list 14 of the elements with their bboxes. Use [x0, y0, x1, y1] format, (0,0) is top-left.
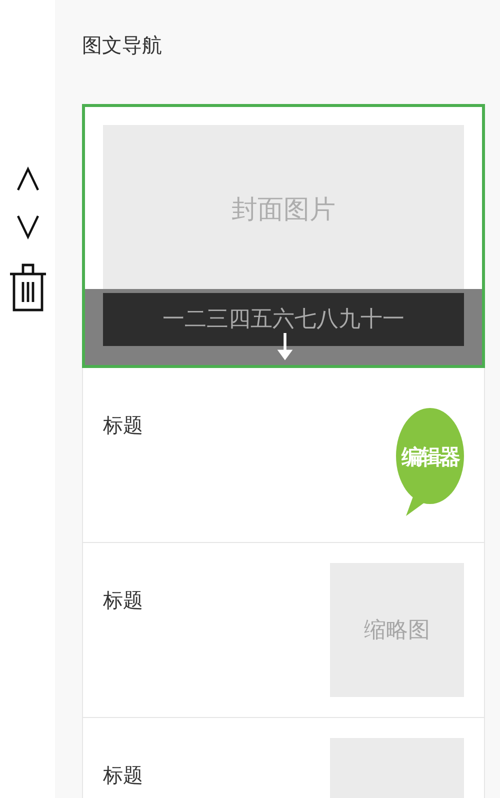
move-down-icon[interactable] [14, 214, 40, 240]
trash-icon[interactable] [8, 262, 46, 312]
nav-item-card[interactable]: 封面图片 一二三四五六七八九十一 [82, 104, 485, 368]
panel-title: 图文导航 [82, 32, 163, 59]
move-up-icon[interactable] [14, 166, 40, 192]
item-title: 标题 [103, 762, 143, 789]
nav-item-card[interactable]: 标题 缩略图 [82, 543, 485, 718]
thumbnail-label: 缩略图 [364, 616, 430, 644]
caption-text: 一二三四五六七八九十一 [162, 306, 404, 334]
cover-image-label: 封面图片 [232, 194, 336, 226]
nav-item-card[interactable]: 标题 编辑器 [82, 368, 485, 543]
item-title: 标题 [103, 587, 143, 614]
item-title: 标题 [103, 412, 143, 439]
nav-item-card[interactable]: 标题 [82, 718, 485, 798]
